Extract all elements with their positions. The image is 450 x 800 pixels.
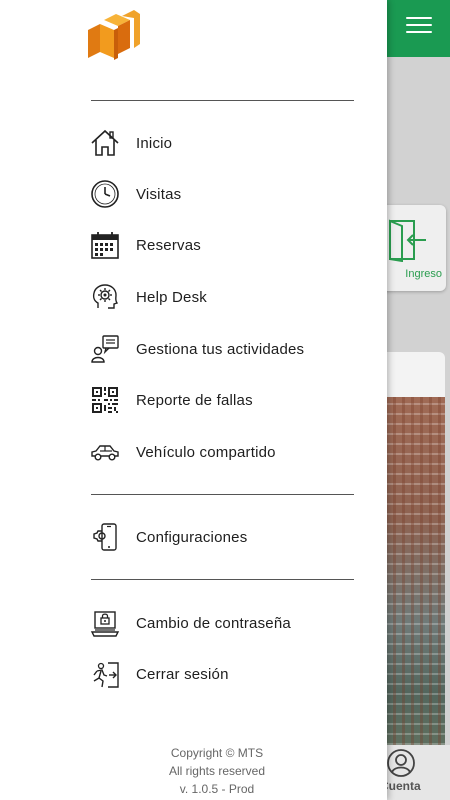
- exit-door-icon: [89, 658, 121, 690]
- calendar-icon: [89, 229, 121, 261]
- menu-item-label: Reporte de fallas: [136, 391, 253, 409]
- menu-item-gestiona-actividades[interactable]: Gestiona tus actividades: [89, 329, 359, 369]
- drawer-footer: Copyright © MTS All rights reserved v. 1…: [91, 744, 343, 798]
- car-icon: [89, 436, 121, 468]
- version-text: v. 1.0.5 - Prod: [179, 782, 255, 796]
- menu-item-cambio-contrasena[interactable]: Cambio de contraseña: [89, 603, 359, 643]
- home-icon: [89, 127, 121, 159]
- menu-item-label: Visitas: [136, 185, 182, 203]
- middle-divider: [91, 494, 354, 495]
- copyright-text: Copyright © MTS: [170, 746, 264, 760]
- menu-item-label: Inicio: [136, 134, 173, 152]
- menu-item-label: Configuraciones: [136, 528, 248, 546]
- menu-item-visitas[interactable]: Visitas: [89, 174, 359, 214]
- phone-settings-icon: [89, 521, 121, 553]
- user-account-icon[interactable]: [386, 748, 416, 778]
- hamburger-menu-icon[interactable]: [406, 17, 432, 39]
- menu-item-label: Cambio de contraseña: [136, 614, 291, 632]
- menu-item-vehiculo-compartido[interactable]: Vehículo compartido: [89, 432, 359, 472]
- menu-item-label: Vehículo compartido: [136, 443, 276, 461]
- laptop-lock-icon: [89, 607, 121, 639]
- company-logo: [88, 10, 140, 60]
- menu-item-inicio[interactable]: Inicio: [89, 123, 359, 163]
- menu-item-label: Help Desk: [136, 288, 207, 306]
- door-enter-icon: [389, 219, 426, 262]
- menu-item-label: Reservas: [136, 236, 201, 254]
- bottom-divider: [91, 579, 354, 580]
- menu-item-label: Cerrar sesión: [136, 665, 229, 683]
- menu-item-cerrar-sesion[interactable]: Cerrar sesión: [89, 654, 359, 694]
- clock-icon: [89, 178, 121, 210]
- rights-text: All rights reserved: [168, 764, 266, 778]
- menu-item-reporte-fallas[interactable]: Reporte de fallas: [89, 380, 359, 420]
- menu-item-help-desk[interactable]: Help Desk: [89, 277, 359, 317]
- brain-gear-icon: [89, 281, 121, 313]
- navigation-drawer: Inicio Visitas Reservas Help Desk Gestio…: [0, 0, 387, 800]
- top-divider: [91, 100, 354, 101]
- qr-code-icon: [89, 384, 121, 416]
- menu-item-label: Gestiona tus actividades: [136, 340, 305, 358]
- person-chat-icon: [89, 333, 121, 365]
- menu-item-reservas[interactable]: Reservas: [89, 225, 359, 265]
- menu-item-configuraciones[interactable]: Configuraciones: [89, 517, 359, 557]
